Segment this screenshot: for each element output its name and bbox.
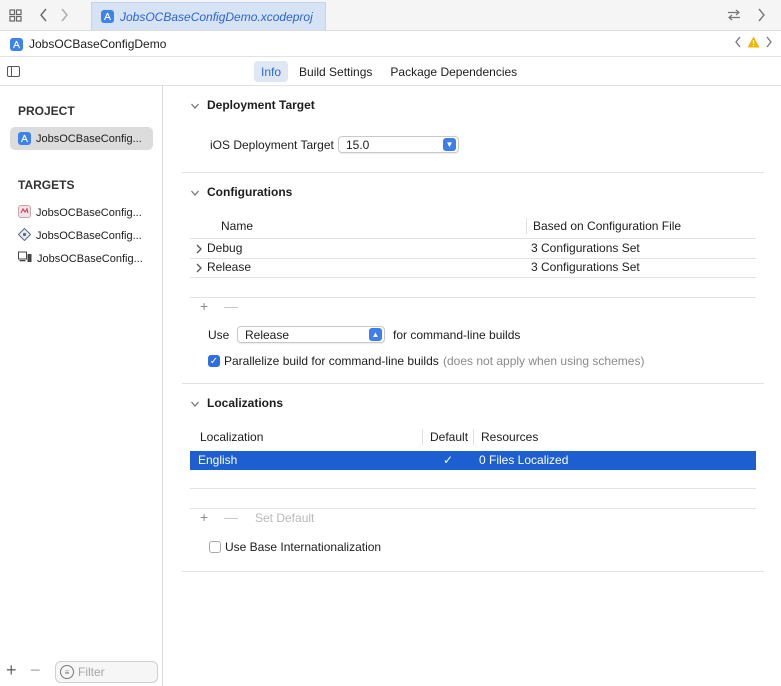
chevron-right-icon[interactable] [195, 244, 203, 254]
add-localization-icon[interactable]: + [200, 509, 208, 525]
row-line [190, 488, 756, 489]
divider [182, 172, 764, 173]
chevron-right-icon[interactable] [752, 6, 770, 24]
tab-package-dependencies[interactable]: Package Dependencies [383, 61, 524, 82]
tab-build-settings[interactable]: Build Settings [292, 61, 379, 82]
test-target-icon [17, 227, 32, 244]
column-separator [473, 429, 474, 445]
xcode-project-icon [101, 10, 114, 23]
column-based-on[interactable]: Based on Configuration File [533, 219, 681, 233]
default-check: ✓ [443, 453, 454, 467]
divider [182, 571, 764, 572]
sidebar-item-target-app[interactable]: JobsOCBaseConfig... [10, 201, 153, 224]
warning-icon[interactable] [747, 36, 760, 51]
config-based: 3 Configurations Set [531, 260, 640, 274]
project-editor: Deployment Target iOS Deployment Target … [164, 86, 781, 686]
parallelize-note: (does not apply when using schemes) [443, 354, 645, 368]
sidebar-item-label: JobsOCBaseConfig... [36, 132, 142, 145]
breadcrumb-project: JobsOCBaseConfigDemo [29, 37, 167, 51]
xcode-project-icon [10, 37, 23, 51]
app-target-icon [18, 204, 31, 221]
sidebar-toggle-icon[interactable] [7, 66, 20, 77]
ios-deployment-label: iOS Deployment Target [210, 138, 334, 152]
column-default[interactable]: Default [430, 430, 468, 444]
remove-configuration-icon[interactable]: — [224, 298, 238, 314]
filter-placeholder: Filter [78, 665, 105, 679]
sidebar-item-target-tests[interactable]: JobsOCBaseConfig... [10, 224, 153, 247]
table-bottom-line [190, 508, 756, 509]
remove-localization-icon[interactable]: — [224, 509, 238, 525]
chevron-right-icon[interactable] [195, 263, 203, 273]
config-name: Debug [207, 241, 243, 255]
parallelize-label[interactable]: Parallelize build for command-line build… [224, 354, 439, 368]
filter-field[interactable]: ≡ Filter [55, 661, 158, 683]
column-localization[interactable]: Localization [200, 430, 263, 444]
ui-test-target-icon [18, 251, 32, 266]
row-line [190, 258, 756, 259]
column-name[interactable]: Name [221, 219, 253, 233]
xcode-project-icon [18, 132, 31, 145]
resources-value: 0 Files Localized [479, 453, 569, 467]
set-default-button[interactable]: Set Default [255, 511, 314, 525]
command-line-suffix: for command-line builds [393, 328, 521, 342]
config-name: Release [207, 260, 252, 274]
remove-target-icon[interactable]: − [30, 660, 41, 681]
column-resources[interactable]: Resources [481, 430, 538, 444]
chevron-down-icon[interactable] [190, 101, 200, 111]
previous-issue-icon[interactable] [734, 36, 742, 51]
popup-arrow-icon: ▲︎ [369, 328, 382, 341]
ios-deployment-target-popup[interactable]: 15.0 ▼ [338, 136, 459, 153]
sidebar-footer: + − ≡ Filter [0, 658, 163, 686]
project-sidebar: PROJECT JobsOCBaseConfig... TARGETS Jobs… [0, 86, 163, 686]
section-localizations: Localizations [207, 396, 284, 410]
sidebar-item-label: JobsOCBaseConfig... [36, 206, 142, 219]
issue-navigator-controls [734, 36, 773, 51]
table-row[interactable]: English ✓ 0 Files Localized [190, 451, 756, 470]
config-based: 3 Configurations Set [531, 241, 640, 255]
chevron-down-icon[interactable] [190, 188, 200, 198]
table-header-line [190, 238, 756, 239]
grid-icon[interactable] [6, 6, 24, 24]
table-bottom-line [190, 297, 756, 298]
next-issue-icon[interactable] [765, 36, 773, 51]
row-line [190, 277, 756, 278]
editor-tab-bar: Info Build Settings Package Dependencies [0, 57, 781, 86]
popup-arrow-icon: ▼ [443, 138, 456, 151]
add-target-icon[interactable]: + [6, 660, 17, 681]
sidebar-item-label: JobsOCBaseConfig... [36, 229, 142, 242]
column-separator [422, 429, 423, 445]
base-internationalization-checkbox[interactable] [209, 541, 221, 553]
project-header: PROJECT [18, 104, 75, 118]
command-line-config-popup[interactable]: Release ▲︎ [237, 326, 385, 343]
sidebar-item-target-uitests[interactable]: JobsOCBaseConfig... [10, 247, 153, 270]
base-internationalization-label[interactable]: Use Base Internationalization [225, 540, 381, 554]
jump-bar: JobsOCBaseConfigDemo [0, 31, 781, 57]
back-icon[interactable] [35, 6, 53, 24]
editor-tabs: Info Build Settings Package Dependencies [254, 61, 524, 82]
section-configurations: Configurations [207, 185, 293, 199]
targets-header: TARGETS [18, 178, 75, 192]
use-label: Use [208, 328, 230, 342]
add-configuration-icon[interactable]: + [200, 298, 208, 314]
command-line-config-value: Release [245, 327, 290, 342]
tab-bar: JobsOCBaseConfigDemo.xcodeproj [0, 0, 781, 31]
tab-project-file[interactable]: JobsOCBaseConfigDemo.xcodeproj [91, 2, 326, 30]
parallelize-checkbox[interactable]: ✓ [208, 355, 220, 367]
sidebar-item-project[interactable]: JobsOCBaseConfig... [10, 127, 153, 150]
swap-icon[interactable] [725, 6, 743, 24]
column-separator [526, 218, 527, 234]
tab-info[interactable]: Info [254, 61, 289, 82]
chevron-down-icon[interactable] [190, 399, 200, 409]
divider [182, 383, 764, 384]
tab-title: JobsOCBaseConfigDemo.xcodeproj [120, 9, 313, 24]
filter-icon: ≡ [60, 665, 74, 679]
section-deployment-target: Deployment Target [207, 98, 315, 112]
breadcrumb[interactable]: JobsOCBaseConfigDemo [10, 37, 166, 51]
ios-deployment-value: 15.0 [346, 137, 370, 152]
sidebar-item-label: JobsOCBaseConfig... [37, 252, 143, 265]
forward-icon[interactable] [55, 6, 73, 24]
localization-name: English [198, 453, 238, 467]
